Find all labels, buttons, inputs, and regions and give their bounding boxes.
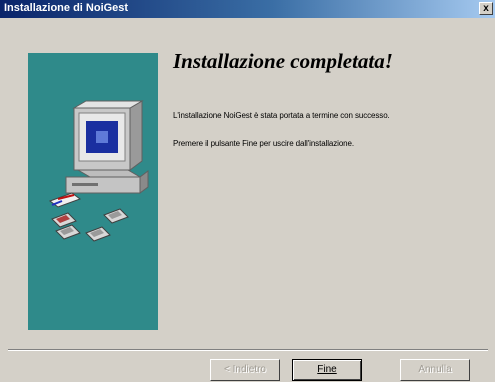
instruction-message: Premere il pulsante Fine per uscire dall… [173,139,355,148]
page-heading: Installazione completata! [173,49,393,73]
button-separator [8,349,488,351]
cancel-button[interactable]: Annulla [400,359,470,381]
installer-window: Installazione di NoiGest x Installazione… [0,0,495,382]
computer-with-disks-icon [48,100,149,242]
side-illustration-panel [28,53,158,330]
close-button[interactable]: x [479,2,493,15]
title-bar[interactable]: Installazione di NoiGest x [0,0,495,18]
finish-button[interactable]: Fine [292,359,362,381]
window-title: Installazione di NoiGest [4,2,129,14]
completion-message: L'installazione NoiGest è stata portata … [173,111,390,120]
finish-button-label: Fine [317,364,337,375]
back-button[interactable]: < Indietro [210,359,280,381]
